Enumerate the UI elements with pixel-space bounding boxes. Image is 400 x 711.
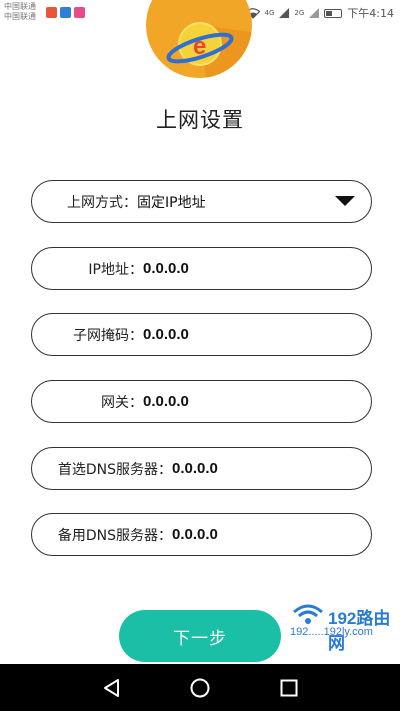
- gateway-field[interactable]: 网关： 0.0.0.0: [31, 380, 372, 423]
- app-notification-icon: [74, 7, 85, 18]
- back-triangle-icon[interactable]: [100, 676, 124, 700]
- connection-mode-value: 固定IP地址: [137, 194, 206, 211]
- gateway-label: 网关：: [101, 394, 143, 411]
- subnet-mask-label: 子网掩码：: [73, 327, 143, 344]
- telegram-icon: [60, 7, 71, 18]
- watermark: 192路由网 192.....192ly.com: [286, 600, 400, 653]
- carrier-line-2: 中国联通: [4, 12, 36, 21]
- primary-dns-value[interactable]: 0.0.0.0: [172, 460, 218, 477]
- primary-dns-label: 首选DNS服务器：: [57, 461, 172, 478]
- dropdown-arrow-icon[interactable]: [335, 196, 355, 206]
- system-nav-bar: [0, 664, 400, 711]
- status-time: 下午4:14: [347, 7, 394, 20]
- carrier-line-1: 中国联通: [4, 2, 36, 11]
- backup-dns-label: 备用DNS服务器：: [57, 527, 172, 544]
- connection-mode-label: 上网方式：: [67, 194, 137, 211]
- signal-2g-label: 2G: [294, 9, 305, 17]
- watermark-url: 192.....192ly.com: [290, 626, 373, 638]
- backup-dns-value[interactable]: 0.0.0.0: [172, 526, 218, 543]
- page-title: 上网设置: [156, 108, 244, 132]
- connection-mode-select[interactable]: 上网方式： 固定IP地址: [31, 180, 372, 223]
- primary-dns-field[interactable]: 首选DNS服务器： 0.0.0.0: [31, 447, 372, 490]
- subnet-mask-value[interactable]: 0.0.0.0: [143, 326, 189, 343]
- gateway-value[interactable]: 0.0.0.0: [143, 393, 189, 410]
- signal-bars-icon: [279, 8, 290, 18]
- app-logo: e: [146, 0, 252, 78]
- next-step-button[interactable]: 下一步: [119, 610, 281, 662]
- ip-address-field[interactable]: IP地址： 0.0.0.0: [31, 247, 372, 290]
- signal-bars-2-icon: [309, 8, 320, 18]
- wifi-logo-icon: [293, 604, 323, 624]
- ip-address-value[interactable]: 0.0.0.0: [143, 260, 189, 277]
- battery-icon: [324, 8, 343, 18]
- planet-e-icon: e: [166, 22, 252, 78]
- backup-dns-field[interactable]: 备用DNS服务器： 0.0.0.0: [31, 513, 372, 556]
- ip-address-label: IP地址：: [88, 261, 143, 278]
- notification-icons: [46, 7, 85, 18]
- weibo-icon: [46, 7, 57, 18]
- carrier-info: 中国联通 中国联通: [4, 2, 36, 22]
- svg-text:e: e: [193, 33, 206, 60]
- home-circle-icon[interactable]: [188, 676, 212, 700]
- subnet-mask-field[interactable]: 子网掩码： 0.0.0.0: [31, 313, 372, 356]
- signal-4g-label: 4G: [264, 9, 275, 17]
- recent-square-icon[interactable]: [277, 676, 301, 700]
